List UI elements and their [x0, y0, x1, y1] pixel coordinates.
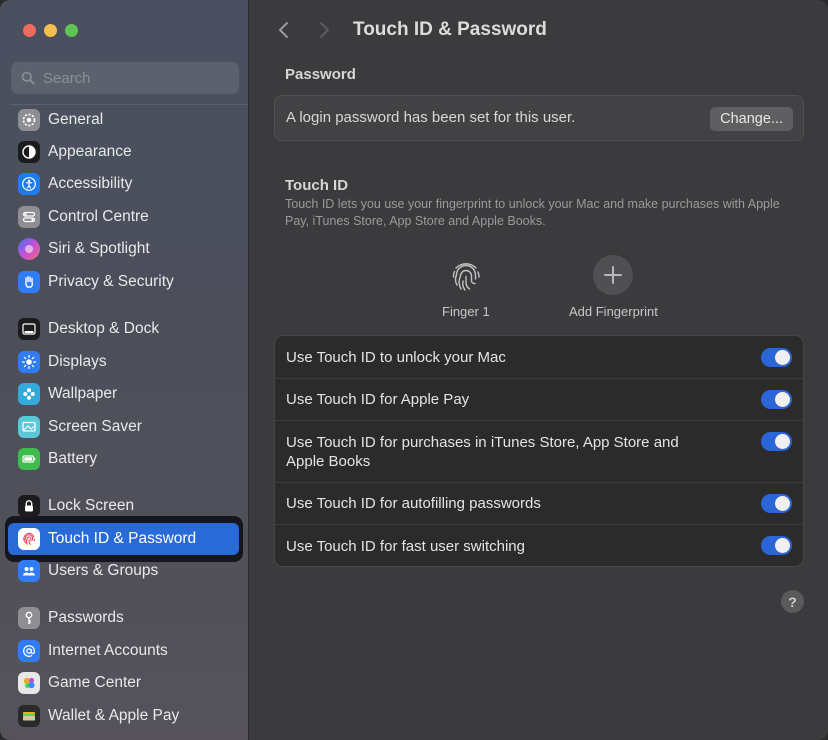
sidebar-item-touch-id-password[interactable]: Touch ID & Password — [8, 523, 239, 555]
sidebar: General Appearance Accessibility Control… — [0, 0, 249, 740]
plus-icon — [593, 255, 634, 295]
sidebar-item-siri-spotlight[interactable]: Siri & Spotlight — [8, 233, 239, 265]
key-icon — [18, 607, 40, 629]
sidebar-item-accessibility[interactable]: Accessibility — [8, 168, 239, 200]
siri-icon — [18, 238, 40, 260]
gear-icon — [18, 109, 40, 131]
sidebar-item-wallet-apple-pay[interactable]: Wallet & Apple Pay — [8, 700, 239, 732]
sun-icon — [18, 351, 40, 373]
sidebar-item-appearance[interactable]: Appearance — [8, 136, 239, 168]
toggle-label: Use Touch ID to unlock your Mac — [286, 349, 506, 366]
sidebar-item-label: Lock Screen — [48, 497, 135, 514]
search-input[interactable] — [43, 69, 223, 87]
unlock-mac-toggle[interactable] — [761, 348, 792, 367]
password-section-title: Password — [285, 66, 356, 83]
forward-chevron-icon[interactable] — [314, 20, 334, 40]
sidebar-item-displays[interactable]: Displays — [8, 346, 239, 378]
toggle-label: Use Touch ID for autofilling passwords — [286, 495, 541, 512]
sidebar-item-label: Displays — [48, 353, 107, 370]
toggle-row-apple-pay: Use Touch ID for Apple Pay — [275, 379, 803, 421]
at-icon — [18, 640, 40, 662]
toggle-row-purchases: Use Touch ID for purchases in iTunes Sto… — [275, 421, 803, 483]
sidebar-item-label: Desktop & Dock — [48, 320, 160, 337]
wallet-icon — [18, 705, 40, 727]
sidebar-item-lock-screen[interactable]: Lock Screen — [8, 490, 239, 522]
search-icon — [21, 71, 35, 85]
sidebar-item-label: Accessibility — [48, 175, 133, 192]
screen-saver-icon — [18, 416, 40, 438]
sidebar-item-users-groups[interactable]: Users & Groups — [8, 555, 239, 587]
sidebar-item-label: Siri & Spotlight — [48, 240, 150, 257]
sidebar-item-label: Passwords — [48, 609, 124, 626]
page-title: Touch ID & Password — [353, 19, 547, 40]
sidebar-item-label: Game Center — [48, 674, 142, 691]
fast-user-switching-toggle[interactable] — [761, 536, 792, 555]
autofill-passwords-toggle[interactable] — [761, 494, 792, 513]
accessibility-icon — [18, 173, 40, 195]
touch-id-section-title: Touch ID — [285, 177, 349, 194]
sidebar-item-control-centre[interactable]: Control Centre — [8, 201, 239, 233]
appearance-icon — [18, 141, 40, 163]
sidebar-item-general[interactable]: General — [8, 104, 239, 136]
dock-icon — [18, 318, 40, 340]
sidebar-item-label: General — [48, 111, 104, 128]
sidebar-item-passwords[interactable]: Passwords — [8, 602, 239, 634]
sidebar-item-label: Wallet & Apple Pay — [48, 707, 180, 724]
sidebar-item-label: Control Centre — [48, 208, 149, 225]
lock-icon — [18, 495, 40, 517]
minimize-window-button[interactable] — [44, 24, 57, 37]
search-field[interactable] — [11, 62, 239, 94]
zoom-window-button[interactable] — [65, 24, 78, 37]
toggle-row-autofill-passwords: Use Touch ID for autofilling passwords — [275, 483, 803, 525]
battery-icon — [18, 448, 40, 470]
wallpaper-icon — [18, 383, 40, 405]
fingerprint-icon — [446, 255, 486, 295]
sidebar-item-desktop-dock[interactable]: Desktop & Dock — [8, 313, 239, 345]
sidebar-item-internet-accounts[interactable]: Internet Accounts — [8, 635, 239, 667]
apple-pay-toggle[interactable] — [761, 390, 792, 409]
touch-id-description: Touch ID lets you use your fingerprint t… — [285, 197, 780, 228]
sidebar-item-label: Internet Accounts — [48, 642, 168, 659]
sidebar-item-label: Users & Groups — [48, 562, 159, 579]
add-fingerprint-button[interactable]: Add Fingerprint — [569, 255, 658, 319]
sidebar-item-label: Screen Saver — [48, 418, 142, 435]
toggle-label: Use Touch ID for purchases in iTunes Sto… — [286, 434, 679, 470]
toggle-label: Use Touch ID for Apple Pay — [286, 391, 470, 408]
sidebar-item-screen-saver[interactable]: Screen Saver — [8, 411, 239, 443]
password-card: A login password has been set for this u… — [274, 95, 804, 141]
sidebar-item-label: Wallpaper — [48, 385, 118, 402]
sidebar-item-game-center[interactable]: Game Center — [8, 667, 239, 699]
hand-icon — [18, 271, 40, 293]
users-icon — [18, 560, 40, 582]
sidebar-item-privacy-security[interactable]: Privacy & Security — [8, 266, 239, 298]
fingerprint-icon — [18, 528, 40, 550]
sidebar-item-wallpaper[interactable]: Wallpaper — [8, 378, 239, 410]
control-centre-icon — [18, 206, 40, 228]
sidebar-item-label: Appearance — [48, 143, 132, 160]
sidebar-item-battery[interactable]: Battery — [8, 443, 239, 475]
purchases-toggle[interactable] — [761, 432, 792, 451]
sidebar-item-label: Battery — [48, 450, 98, 467]
back-chevron-icon[interactable] — [274, 20, 294, 40]
close-window-button[interactable] — [23, 24, 36, 37]
sidebar-item-label: Touch ID & Password — [48, 530, 197, 547]
toggle-row-fast-user-switching: Use Touch ID for fast user switching — [275, 525, 803, 567]
add-fingerprint-label: Add Fingerprint — [569, 304, 658, 319]
sidebar-item-label: Privacy & Security — [48, 273, 174, 290]
fingerprint-finger-1[interactable]: Finger 1 — [442, 255, 490, 319]
window-controls — [23, 24, 78, 37]
finger-label: Finger 1 — [442, 304, 490, 319]
touch-id-options-list: Use Touch ID to unlock your Mac Use Touc… — [274, 335, 804, 567]
password-status-text: A login password has been set for this u… — [286, 109, 576, 126]
toggle-row-unlock-mac: Use Touch ID to unlock your Mac — [275, 336, 803, 379]
settings-window: General Appearance Accessibility Control… — [0, 0, 828, 740]
toggle-label: Use Touch ID for fast user switching — [286, 538, 525, 555]
main-pane: Touch ID & Password Password A login pas… — [250, 0, 828, 740]
game-center-icon — [18, 672, 40, 694]
help-button[interactable]: ? — [781, 590, 804, 613]
change-password-button[interactable]: Change... — [710, 107, 793, 131]
